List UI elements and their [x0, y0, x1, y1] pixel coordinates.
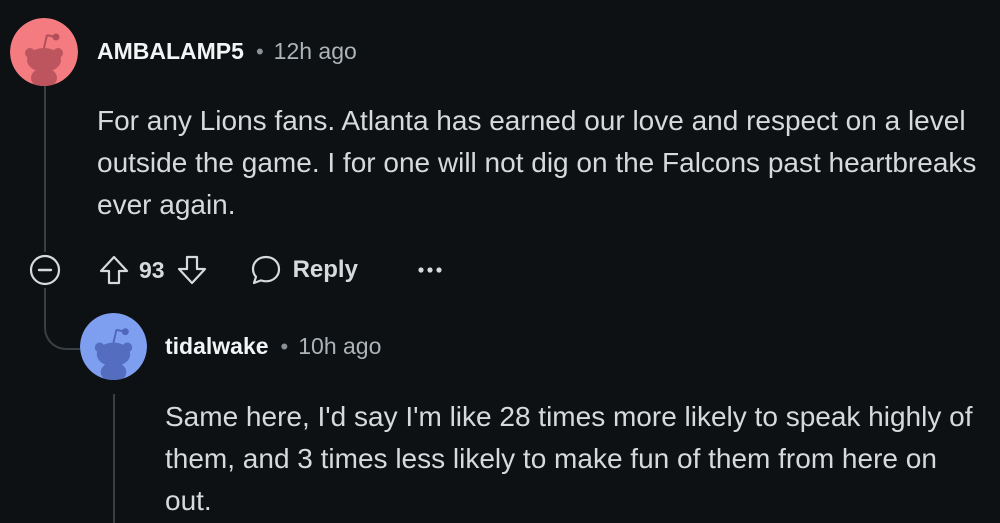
- reply-username[interactable]: tidalwake: [165, 333, 269, 360]
- speech-bubble-icon: [251, 255, 280, 285]
- upvote-icon: [99, 255, 129, 285]
- timestamp[interactable]: 12h ago: [274, 38, 357, 65]
- vote-score: 93: [139, 256, 165, 283]
- snoo-avatar-icon: [80, 313, 147, 380]
- reply-body: Same here, I'd say I'm like 28 times mor…: [165, 401, 973, 516]
- comment-body: For any Lions fans. Atlanta has earned o…: [97, 105, 977, 220]
- comment-actions: 93 Reply: [97, 250, 442, 290]
- reply-timestamp[interactable]: 10h ago: [298, 333, 381, 360]
- comment-thread: AMBALAMP5 • 12h ago For any Lions fans. …: [0, 0, 1000, 523]
- more-options-button[interactable]: [418, 265, 442, 275]
- reply-label: Reply: [292, 256, 358, 283]
- snoo-avatar-icon: [10, 18, 78, 86]
- minus-circle-icon: [29, 254, 61, 286]
- separator-dot: •: [280, 333, 289, 359]
- thread-elbow: [44, 288, 84, 350]
- reply-meta: tidalwake • 10h ago: [165, 333, 381, 360]
- collapse-button[interactable]: [28, 253, 62, 287]
- reply-thread-line: [113, 394, 115, 523]
- ellipsis-icon: [418, 267, 442, 273]
- reply-button[interactable]: Reply: [249, 253, 358, 287]
- downvote-icon: [177, 255, 206, 285]
- avatar[interactable]: [10, 18, 78, 86]
- username[interactable]: AMBALAMP5: [97, 38, 244, 65]
- reply-avatar[interactable]: [80, 313, 147, 380]
- comment-meta: AMBALAMP5 • 12h ago: [97, 38, 357, 65]
- downvote-button[interactable]: [175, 253, 209, 287]
- upvote-button[interactable]: [97, 253, 131, 287]
- separator-dot: •: [255, 38, 264, 64]
- thread-line: [44, 86, 46, 252]
